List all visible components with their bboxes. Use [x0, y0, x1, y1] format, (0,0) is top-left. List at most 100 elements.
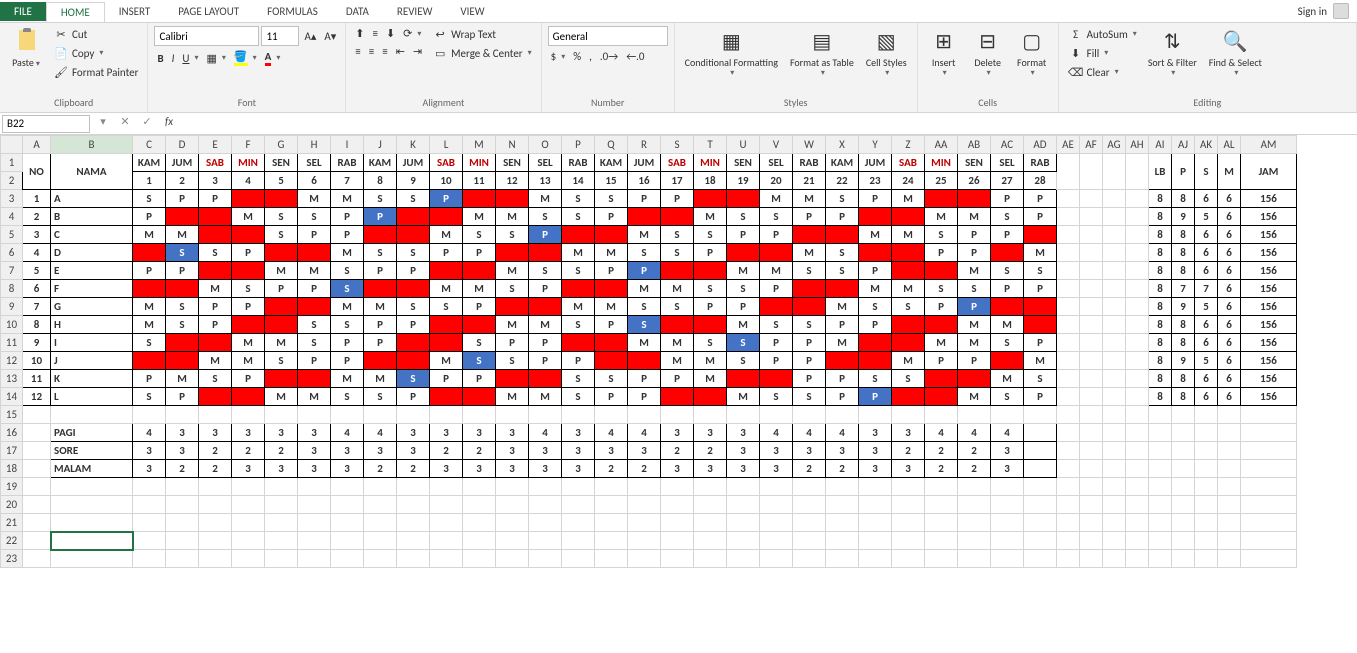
- day-header[interactable]: MIN: [463, 154, 496, 172]
- conditional-formatting-button[interactable]: ▦Conditional Formatting: [681, 25, 782, 80]
- schedule-cell[interactable]: S: [133, 388, 166, 406]
- schedule-cell[interactable]: P: [661, 190, 694, 208]
- schedule-cell[interactable]: O: [661, 208, 694, 226]
- schedule-cell[interactable]: M: [1024, 352, 1057, 370]
- schedule-cell[interactable]: M: [793, 244, 826, 262]
- summary-cell[interactable]: 3: [595, 442, 628, 460]
- date-header[interactable]: 26: [958, 172, 991, 190]
- sum-cell[interactable]: 6: [1195, 262, 1218, 280]
- schedule-cell[interactable]: P: [463, 244, 496, 262]
- sum-cell[interactable]: 8: [1172, 262, 1195, 280]
- summary-cell[interactable]: 4: [760, 424, 793, 442]
- summary-cell[interactable]: 3: [793, 442, 826, 460]
- schedule-cell[interactable]: S: [430, 298, 463, 316]
- schedule-cell[interactable]: O: [232, 316, 265, 334]
- schedule-cell[interactable]: S: [397, 370, 430, 388]
- schedule-cell[interactable]: O: [694, 316, 727, 334]
- schedule-cell[interactable]: P: [133, 370, 166, 388]
- date-header[interactable]: 17: [661, 172, 694, 190]
- row-header-22[interactable]: 22: [1, 532, 23, 550]
- col-header-AA[interactable]: AA: [925, 136, 958, 154]
- schedule-cell[interactable]: M: [727, 388, 760, 406]
- schedule-cell[interactable]: S: [298, 334, 331, 352]
- schedule-cell[interactable]: M: [991, 370, 1024, 388]
- summary-label[interactable]: MALAM: [51, 460, 133, 478]
- summary-cell[interactable]: 3: [859, 442, 892, 460]
- formula-input[interactable]: [180, 115, 1357, 133]
- sum-cell[interactable]: 8: [1172, 244, 1195, 262]
- schedule-cell[interactable]: S: [463, 226, 496, 244]
- row-header-8[interactable]: 8: [1, 280, 23, 298]
- schedule-cell[interactable]: P: [430, 370, 463, 388]
- schedule-cell[interactable]: P: [859, 316, 892, 334]
- schedule-cell[interactable]: P: [298, 280, 331, 298]
- sum-cell[interactable]: 6: [1218, 280, 1241, 298]
- summary-cell[interactable]: 3: [463, 460, 496, 478]
- cell-name[interactable]: E: [51, 262, 133, 280]
- schedule-cell[interactable]: O: [496, 190, 529, 208]
- schedule-cell[interactable]: S: [1024, 370, 1057, 388]
- summary-cell[interactable]: 4: [826, 424, 859, 442]
- schedule-cell[interactable]: M: [562, 244, 595, 262]
- sum-cell[interactable]: 8: [1149, 370, 1172, 388]
- schedule-cell[interactable]: M: [232, 334, 265, 352]
- schedule-cell[interactable]: P: [859, 388, 892, 406]
- tab-file[interactable]: FILE: [0, 2, 46, 21]
- sum-cell[interactable]: 6: [1218, 262, 1241, 280]
- schedule-cell[interactable]: P: [628, 262, 661, 280]
- schedule-cell[interactable]: O: [760, 370, 793, 388]
- day-header[interactable]: KAM: [364, 154, 397, 172]
- schedule-cell[interactable]: P: [991, 190, 1024, 208]
- schedule-cell[interactable]: O: [364, 280, 397, 298]
- col-header-I[interactable]: I: [331, 136, 364, 154]
- cut-button[interactable]: ✂Cut: [50, 25, 141, 43]
- schedule-cell[interactable]: P: [958, 244, 991, 262]
- cell-name[interactable]: J: [51, 352, 133, 370]
- schedule-cell[interactable]: S: [331, 262, 364, 280]
- row-header-1[interactable]: 1: [1, 154, 23, 172]
- schedule-cell[interactable]: O: [430, 316, 463, 334]
- summary-cell[interactable]: 3: [727, 442, 760, 460]
- schedule-cell[interactable]: M: [496, 388, 529, 406]
- schedule-cell[interactable]: O: [628, 352, 661, 370]
- schedule-cell[interactable]: O: [793, 298, 826, 316]
- schedule-cell[interactable]: O: [232, 226, 265, 244]
- date-header[interactable]: 22: [826, 172, 859, 190]
- schedule-cell[interactable]: S: [826, 190, 859, 208]
- sum-cell[interactable]: 156: [1241, 316, 1297, 334]
- fill-button[interactable]: ⬇Fill: [1065, 44, 1140, 62]
- schedule-cell[interactable]: P: [628, 388, 661, 406]
- schedule-cell[interactable]: M: [628, 280, 661, 298]
- orientation-button[interactable]: ⟳: [400, 26, 424, 41]
- schedule-cell[interactable]: P: [364, 316, 397, 334]
- schedule-cell[interactable]: M: [232, 352, 265, 370]
- font-size-select[interactable]: [261, 26, 299, 46]
- schedule-cell[interactable]: M: [298, 190, 331, 208]
- schedule-cell[interactable]: S: [562, 262, 595, 280]
- wrap-text-button[interactable]: ↩Wrap Text: [429, 25, 535, 43]
- schedule-cell[interactable]: M: [364, 370, 397, 388]
- schedule-cell[interactable]: O: [496, 298, 529, 316]
- schedule-cell[interactable]: O: [397, 352, 430, 370]
- schedule-cell[interactable]: S: [991, 388, 1024, 406]
- autosum-button[interactable]: ΣAutoSum: [1065, 25, 1140, 43]
- schedule-cell[interactable]: P: [364, 262, 397, 280]
- schedule-cell[interactable]: P: [760, 352, 793, 370]
- row-header-10[interactable]: 10: [1, 316, 23, 334]
- align-left-button[interactable]: ≡: [352, 44, 363, 59]
- col-header-M[interactable]: M: [463, 136, 496, 154]
- schedule-cell[interactable]: M: [760, 190, 793, 208]
- schedule-cell[interactable]: S: [760, 316, 793, 334]
- day-header[interactable]: SEL: [760, 154, 793, 172]
- row-header-13[interactable]: 13: [1, 370, 23, 388]
- schedule-cell[interactable]: O: [265, 190, 298, 208]
- schedule-cell[interactable]: P: [265, 280, 298, 298]
- schedule-cell[interactable]: S: [364, 388, 397, 406]
- sum-cell[interactable]: 6: [1218, 334, 1241, 352]
- schedule-cell[interactable]: S: [133, 190, 166, 208]
- schedule-cell[interactable]: M: [529, 316, 562, 334]
- col-header-O[interactable]: O: [529, 136, 562, 154]
- sum-cell[interactable]: 8: [1172, 226, 1195, 244]
- schedule-cell[interactable]: M: [529, 388, 562, 406]
- cell-no-header[interactable]: NO: [23, 154, 51, 190]
